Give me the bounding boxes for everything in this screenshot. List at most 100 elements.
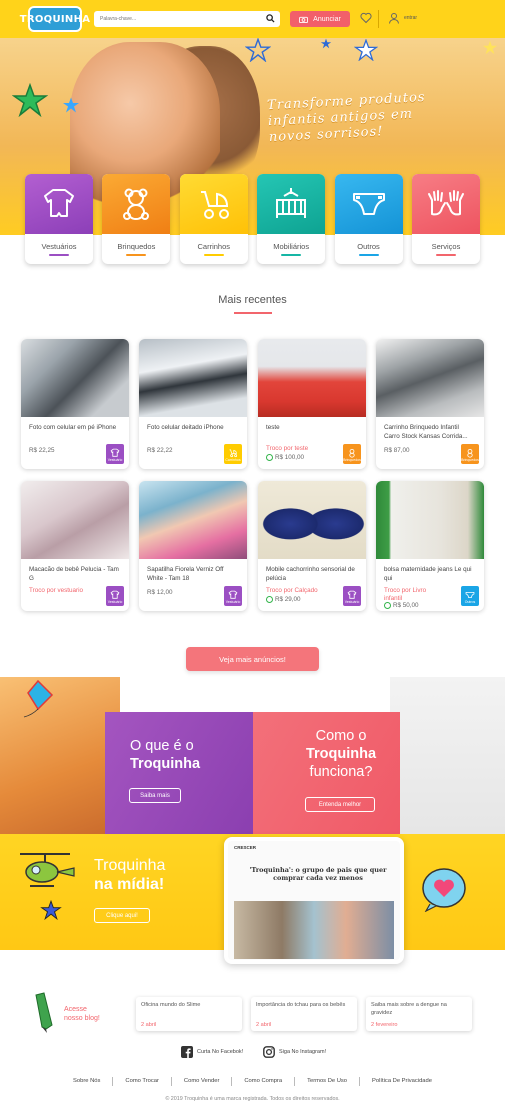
footer-link-como-compra[interactable]: Como Compra bbox=[232, 1077, 296, 1086]
what-is-brand: Troquinha bbox=[130, 756, 201, 772]
badge-label: Brinquedos bbox=[461, 458, 479, 462]
footer-nav: Sobre Nós Como Trocar Como Vender Como C… bbox=[0, 1077, 505, 1086]
trade-prefix: Troco por bbox=[266, 445, 293, 452]
facebook-link[interactable]: Curta No Facebok! bbox=[181, 1046, 243, 1058]
crib-icon bbox=[276, 188, 307, 218]
more-listings-button[interactable]: Veja mais anúncios! bbox=[186, 647, 319, 671]
listing-price: R$ 29,00 bbox=[275, 596, 301, 604]
footer-link-privacidade[interactable]: Política De Privacidade bbox=[360, 1077, 444, 1086]
badge-label: Vestuário bbox=[107, 458, 123, 462]
pencil-icon bbox=[35, 992, 53, 1033]
listing-photo bbox=[376, 481, 484, 559]
listing-title: Mobile cachorrinho sensorial de pelúcia bbox=[266, 566, 355, 582]
search-input[interactable] bbox=[94, 16, 264, 22]
category-underline bbox=[49, 254, 69, 256]
favorites-heart-icon[interactable] bbox=[360, 12, 372, 24]
user-icon bbox=[389, 13, 399, 24]
hands-icon bbox=[427, 190, 464, 216]
badge-label: Vestuário bbox=[344, 600, 360, 604]
trade-item: vestuario bbox=[57, 587, 84, 594]
diaper-icon bbox=[352, 193, 385, 215]
press-brand: CRESCER bbox=[234, 845, 257, 850]
media-click-button[interactable]: Clique aqui! bbox=[94, 908, 150, 923]
blog-section: Acesse nosso blog! Oficina mundo do Slim… bbox=[0, 985, 505, 1033]
trade-info: Troco por vestuario bbox=[29, 587, 83, 594]
category-outros[interactable]: Outros bbox=[334, 174, 403, 264]
category-mobiliarios[interactable]: Mobiliários bbox=[257, 174, 326, 264]
category-underline bbox=[203, 254, 224, 256]
footer-link-sobre-nos[interactable]: Sobre Nós bbox=[61, 1077, 114, 1086]
swap-icon bbox=[384, 602, 391, 609]
onesie-icon bbox=[228, 590, 238, 599]
blog-post-card[interactable]: Importância do tchau para os bebês 2 abr… bbox=[251, 997, 357, 1031]
blog-heading[interactable]: Acesse nosso blog! bbox=[64, 1005, 100, 1023]
trade-prefix: Troco por bbox=[29, 587, 56, 594]
diaper-icon bbox=[465, 591, 475, 599]
category-label: Carrinhos bbox=[197, 242, 231, 251]
onesie-icon bbox=[347, 590, 357, 599]
listing-card[interactable]: teste Troco por teste R$ 100,00 Brinqued… bbox=[258, 339, 366, 469]
how-brand: Troquinha bbox=[305, 746, 377, 762]
press-tablet[interactable]: CRESCER 'Troquinha': o grupo de pais que… bbox=[224, 837, 404, 964]
what-is-panel bbox=[105, 712, 253, 834]
category-carrinhos[interactable]: Carrinhos bbox=[179, 174, 248, 264]
category-label: Outros bbox=[357, 242, 380, 251]
instagram-icon bbox=[263, 1046, 275, 1058]
category-underline bbox=[435, 254, 456, 256]
press-photo bbox=[234, 901, 394, 959]
swap-icon bbox=[266, 454, 273, 461]
badge-label: Carrinhos bbox=[225, 458, 241, 462]
footer-link-termos[interactable]: Termos De Uso bbox=[295, 1077, 361, 1086]
listing-card[interactable]: Macacão de bebê Pelucia - Tam G Troco po… bbox=[21, 481, 129, 611]
listing-card[interactable]: Sapatilha Fiorela Verniz Off White - Tam… bbox=[139, 481, 247, 611]
category-badge: Carrinhos bbox=[224, 444, 242, 464]
listing-photo bbox=[376, 339, 484, 417]
section-title: Mais recentes bbox=[218, 294, 287, 306]
category-vestuarios[interactable]: Vestuários bbox=[25, 174, 93, 264]
category-tile bbox=[102, 174, 171, 234]
footer-link-como-vender[interactable]: Como Vender bbox=[172, 1077, 233, 1086]
trade-info: Troco por Livro infantil bbox=[384, 587, 444, 603]
blog-title-line2: nosso blog! bbox=[64, 1015, 100, 1022]
teddy-bear-icon bbox=[123, 188, 150, 220]
listing-photo bbox=[139, 481, 247, 559]
anunciar-button[interactable]: Anunciar bbox=[290, 11, 350, 27]
how-line1: Como o bbox=[315, 728, 367, 744]
footer-link-como-trocar[interactable]: Como Trocar bbox=[113, 1077, 172, 1086]
blog-post-card[interactable]: Oficina mundo do Slime 2 abril bbox=[136, 997, 242, 1031]
listing-title: Foto com celular em pé iPhone bbox=[29, 424, 117, 431]
listing-title: bolsa maternidade jeans Le qui qui bbox=[384, 566, 472, 582]
star-doodle-icon bbox=[482, 40, 498, 55]
kid-aviator-photo bbox=[390, 677, 505, 834]
stroller-icon bbox=[229, 449, 238, 458]
category-badge: Vestuário bbox=[343, 586, 361, 606]
listing-card[interactable]: Foto celular deitado iPhone R$ 22,22 Car… bbox=[139, 339, 247, 469]
understand-better-button[interactable]: Entenda melhor bbox=[305, 797, 375, 812]
listing-card[interactable]: Mobile cachorrinho sensorial de pelúcia … bbox=[258, 481, 366, 611]
category-servicos[interactable]: Serviços bbox=[411, 174, 480, 264]
listing-price-row: R$ 50,00 bbox=[384, 602, 419, 609]
listing-title: Sapatilha Fiorela Verniz Off White - Tam… bbox=[147, 566, 224, 582]
login-link[interactable]: entrar bbox=[388, 12, 417, 24]
blog-post-card[interactable]: Saiba mais sobre a dengue na gravidez 2 … bbox=[366, 997, 472, 1031]
listing-card[interactable]: Carrinho Brinquedo Infantil Carro Stock … bbox=[376, 339, 484, 469]
listing-price: R$ 12,00 bbox=[147, 589, 173, 596]
badge-label: Outros bbox=[464, 600, 476, 604]
blog-post-date: 2 fevereiro bbox=[371, 1022, 398, 1028]
category-brinquedos[interactable]: Brinquedos bbox=[102, 174, 171, 264]
listing-card[interactable]: bolsa maternidade jeans Le qui qui Troco… bbox=[376, 481, 484, 611]
category-label: Vestuários bbox=[41, 242, 77, 251]
listing-price: R$ 22,25 bbox=[29, 447, 55, 454]
listing-card[interactable]: Foto com celular em pé iPhone R$ 22,25 V… bbox=[21, 339, 129, 469]
stroller-icon bbox=[200, 191, 229, 219]
blog-post-title: Saiba mais sobre a dengue na gravidez bbox=[371, 1002, 447, 1016]
swap-icon bbox=[266, 596, 273, 603]
search-icon[interactable] bbox=[266, 14, 275, 23]
category-tile bbox=[179, 174, 248, 234]
troquinha-logo[interactable]: TROQUINHA bbox=[20, 6, 90, 32]
instagram-link[interactable]: Siga No Instagram! bbox=[263, 1046, 326, 1058]
learn-more-button[interactable]: Saiba mais bbox=[129, 788, 181, 803]
trade-info: Troco por Calçado bbox=[266, 587, 318, 594]
category-badge: Outros bbox=[461, 586, 479, 606]
category-underline bbox=[126, 254, 147, 256]
